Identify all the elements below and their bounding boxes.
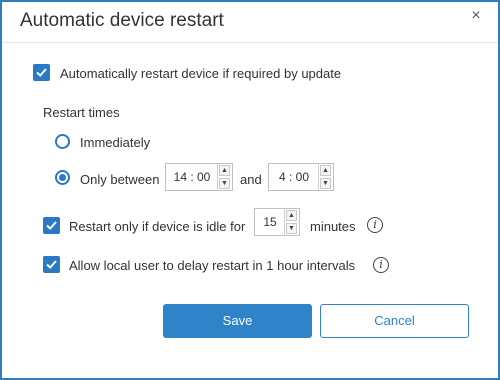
info-icon[interactable]: i — [367, 217, 383, 233]
and-label: and — [240, 172, 262, 187]
idle-minutes-arrows: ▲ ▼ — [284, 209, 299, 235]
idle-checkbox[interactable] — [43, 217, 60, 234]
save-button[interactable]: Save — [163, 304, 312, 338]
automatic-restart-dialog: Automatic device restart × Automatically… — [0, 0, 500, 380]
start-time-arrows: ▲ ▼ — [217, 164, 232, 190]
start-time-spinner[interactable]: 14 : 00 ▲ ▼ — [165, 163, 233, 191]
start-time-value[interactable]: 14 : 00 — [166, 164, 218, 190]
idle-label: Restart only if device is idle for — [69, 219, 246, 234]
delay-checkbox[interactable] — [43, 256, 60, 273]
restart-times-label: Restart times — [43, 105, 120, 120]
only-between-radio[interactable] — [55, 170, 70, 185]
minutes-label: minutes — [310, 219, 356, 234]
only-between-label: Only between — [80, 172, 160, 187]
end-time-down-icon[interactable]: ▼ — [320, 178, 331, 189]
idle-minutes-up-icon[interactable]: ▲ — [286, 210, 297, 221]
auto-restart-label: Automatically restart device if required… — [60, 66, 342, 81]
auto-restart-checkbox[interactable] — [33, 64, 50, 81]
info-icon[interactable]: i — [373, 257, 389, 273]
idle-minutes-down-icon[interactable]: ▼ — [286, 223, 297, 234]
close-icon[interactable]: × — [466, 4, 486, 28]
end-time-value[interactable]: 4 : 00 — [269, 164, 319, 190]
end-time-arrows: ▲ ▼ — [318, 164, 333, 190]
delay-label: Allow local user to delay restart in 1 h… — [69, 258, 356, 273]
end-time-spinner[interactable]: 4 : 00 ▲ ▼ — [268, 163, 334, 191]
start-time-down-icon[interactable]: ▼ — [219, 178, 230, 189]
dialog-title-bar: Automatic device restart × — [2, 2, 498, 43]
start-time-up-icon[interactable]: ▲ — [219, 165, 230, 176]
immediately-radio[interactable] — [55, 134, 70, 149]
end-time-up-icon[interactable]: ▲ — [320, 165, 331, 176]
idle-minutes-value[interactable]: 15 — [255, 209, 285, 235]
cancel-button[interactable]: Cancel — [320, 304, 469, 338]
immediately-label: Immediately — [80, 135, 151, 150]
dialog-title: Automatic device restart — [20, 10, 224, 31]
idle-minutes-spinner[interactable]: 15 ▲ ▼ — [254, 208, 300, 236]
